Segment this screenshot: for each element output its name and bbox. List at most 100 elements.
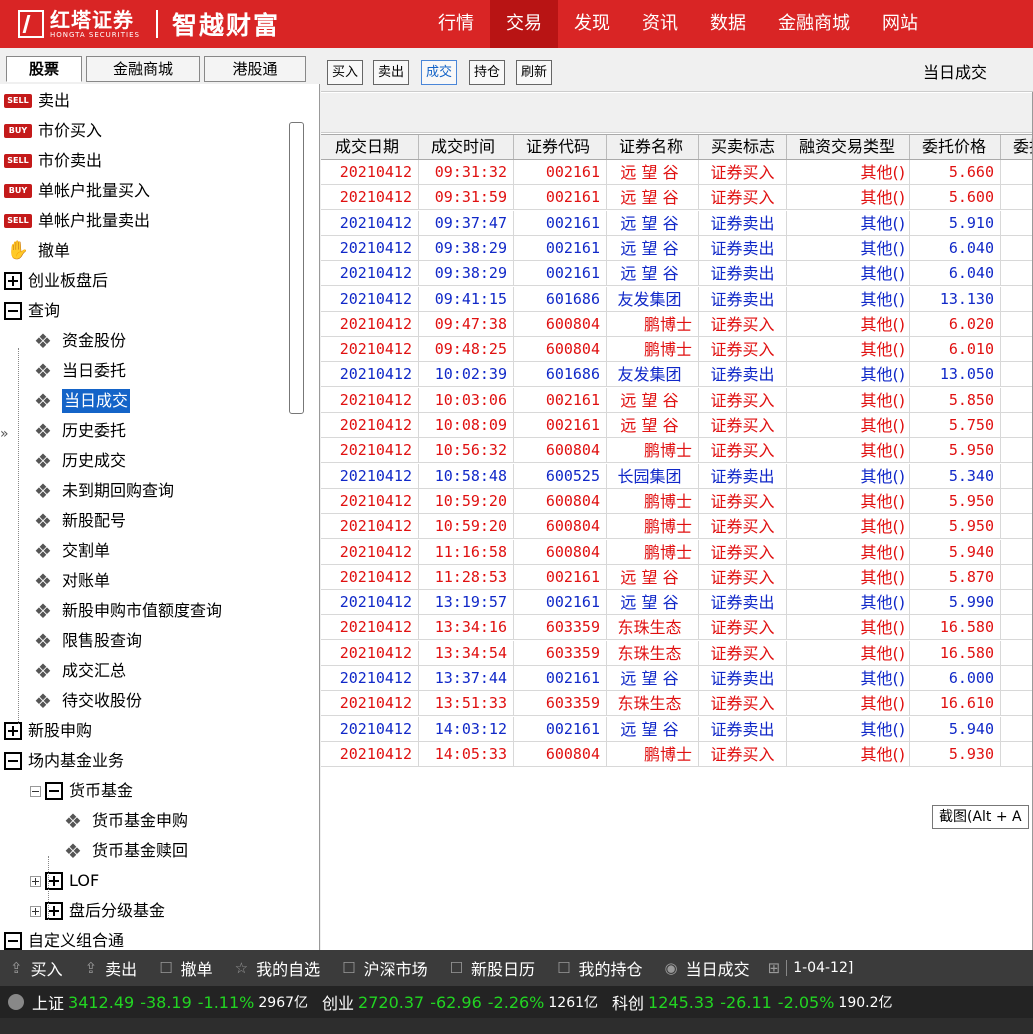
taskbar-item-7[interactable]: ◉ 当日成交: [655, 950, 762, 986]
table-row[interactable]: 20210412 11:16:58 600804 鹏博士 证券买入 其他() 5.940: [321, 539, 1033, 565]
tree-item-0[interactable]: SELL 卖出: [4, 86, 70, 116]
table-row[interactable]: 20210412 09:38:29 002161 远 望 谷证券卖出 其他() 6.040: [321, 235, 1033, 261]
table-row[interactable]: 20210412 10:02:39 601686 友发集团 证券卖出 其他() 13.050: [321, 362, 1033, 388]
tree-item-3[interactable]: BUY 单帐户批量买入: [4, 176, 150, 206]
tree-scrollbar[interactable]: [289, 122, 304, 414]
table-row[interactable]: 20210412 13:51:33 603359 东珠生态 证券买入 其他() 16.610: [321, 691, 1033, 717]
toolbar-buy-button[interactable]: 买入: [327, 60, 364, 85]
table-row[interactable]: 20210412 13:37:44 002161 远 望 谷证券卖出 其他() 6.000: [321, 666, 1033, 691]
tree-item-11[interactable]: ❖ 历史委托: [30, 416, 126, 446]
taskbar-item-2[interactable]: ☐ 撤单: [149, 950, 224, 986]
tree-item-10[interactable]: ❖ 当日成交: [30, 386, 131, 416]
table-cell: [1001, 438, 1033, 463]
tree-item-28[interactable]: 自定义组合通: [4, 926, 124, 950]
table-row[interactable]: 20210412 10:08:09 002161 远 望 谷证券买入 其他() 5.750: [321, 413, 1033, 438]
table-row[interactable]: 20210412 14:05:33 600804 鹏博士 证券买入 其他() 5.930: [321, 741, 1033, 767]
table-row[interactable]: 20210412 09:37:47 002161 远 望 谷证券卖出 其他() 5.910: [321, 210, 1033, 236]
tree-item-18[interactable]: ❖ 限售股查询: [30, 626, 142, 656]
tree-item-24[interactable]: ❖ 货币基金申购: [60, 806, 188, 836]
nav-item-2[interactable]: 发现: [558, 0, 626, 48]
table-row[interactable]: 20210412 10:59:20 600804 鹏博士 证券买入 其他() 5.950: [321, 488, 1033, 514]
nav-item-3[interactable]: 资讯: [626, 0, 694, 48]
table-row[interactable]: 20210412 09:31:32 002161 远 望 谷证券买入 其他() 5.660: [321, 160, 1033, 185]
table-row[interactable]: 20210412 10:03:06 002161 远 望 谷证券买入 其他() 5.850: [321, 387, 1033, 413]
tree-item-16[interactable]: ❖ 对账单: [30, 566, 110, 596]
tree-item-12[interactable]: ❖ 历史成交: [30, 446, 126, 476]
taskbar-item-0[interactable]: ⇪ 买入: [0, 950, 75, 986]
tab-hk-connect[interactable]: 港股通: [204, 56, 306, 82]
table-row[interactable]: 20210412 10:58:48 600525 长园集团 证券卖出 其他() 5.340: [321, 463, 1033, 489]
toolbar-refresh-button[interactable]: 刷新: [516, 60, 553, 85]
table-row[interactable]: 20210412 10:59:20 600804 鹏博士 证券买入 其他() 5.950: [321, 514, 1033, 540]
tree-item-17[interactable]: ❖ 新股申购市值额度查询: [30, 596, 222, 626]
tab-financial-mall[interactable]: 金融商城: [86, 56, 200, 82]
tree-item-6[interactable]: 创业板盘后: [4, 266, 108, 296]
taskbar-item-4[interactable]: ☐ 沪深市场: [332, 950, 439, 986]
column-header-1[interactable]: 成交时间: [419, 135, 514, 159]
tree-expander-icon[interactable]: [30, 875, 41, 887]
column-header-2[interactable]: 证券代码: [514, 135, 607, 159]
tree-item-4[interactable]: SELL 单帐户批量卖出: [4, 206, 150, 236]
tree-item-5[interactable]: ✋ 撤单: [4, 236, 70, 266]
table-row[interactable]: 20210412 09:47:38 600804 鹏博士 证券买入 其他() 6.020: [321, 311, 1033, 337]
nav-item-5[interactable]: 金融商城: [762, 0, 866, 48]
table-row[interactable]: 20210412 13:34:16 603359 东珠生态 证券买入 其他() 16.580: [321, 615, 1033, 641]
nav-item-6[interactable]: 网站: [866, 0, 934, 48]
tree-item-15[interactable]: ❖ 交割单: [30, 536, 110, 566]
collapse-icon[interactable]: [4, 752, 22, 770]
table-row[interactable]: 20210412 13:34:54 603359 东珠生态 证券买入 其他() 16.580: [321, 640, 1033, 666]
collapse-icon[interactable]: [4, 932, 22, 950]
tree-item-19[interactable]: ❖ 成交汇总: [30, 656, 126, 686]
nav-item-0[interactable]: 行情: [422, 0, 490, 48]
table-row[interactable]: 20210412 11:28:53 002161 远 望 谷证券买入 其他() 5.870: [321, 564, 1033, 590]
sell-icon: SELL: [4, 154, 32, 168]
table-cell: 13:37:44: [419, 666, 514, 691]
main-nav: 行情 交易 发现 资讯 数据 金融商城 网站: [422, 0, 934, 48]
taskbar-item-3[interactable]: ☆ 我的自选: [225, 950, 332, 986]
toolbar-holdings-button[interactable]: 持仓: [469, 60, 506, 85]
column-header-5[interactable]: 融资交易类型: [787, 135, 910, 159]
tree-item-8[interactable]: ❖ 资金股份: [30, 326, 126, 356]
nav-item-1[interactable]: 交易: [490, 0, 558, 48]
tree-expander-icon[interactable]: [30, 905, 41, 917]
collapse-icon[interactable]: [4, 302, 22, 320]
column-header-6[interactable]: 委托价格: [910, 135, 1001, 159]
column-header-4[interactable]: 买卖标志: [699, 135, 787, 159]
tree-item-20[interactable]: ❖ 待交收股份: [30, 686, 142, 716]
toolbar-sell-button[interactable]: 卖出: [373, 60, 410, 85]
tree-item-22[interactable]: 场内基金业务: [4, 746, 124, 776]
table-row[interactable]: 20210412 09:31:59 002161 远 望 谷证券买入 其他() 5.600: [321, 185, 1033, 211]
expand-icon[interactable]: [4, 272, 22, 290]
tree-item-14[interactable]: ❖ 新股配号: [30, 506, 126, 536]
tree-item-9[interactable]: ❖ 当日委托: [30, 356, 126, 386]
tree-item-26[interactable]: LOF: [30, 866, 99, 896]
collapse-icon[interactable]: [45, 782, 63, 800]
tree-item-2[interactable]: SELL 市价卖出: [4, 146, 102, 176]
toolbar-trades-button[interactable]: 成交: [421, 60, 458, 85]
column-header-7[interactable]: 委托: [1001, 135, 1033, 159]
collapse-panel-icon[interactable]: »: [0, 426, 9, 442]
taskbar-item-1[interactable]: ⇪ 卖出: [75, 950, 150, 986]
tree-item-25[interactable]: ❖ 货币基金赎回: [60, 836, 188, 866]
table-row[interactable]: 20210412 14:03:12 002161 远 望 谷证券卖出 其他() 5.940: [321, 716, 1033, 742]
tree-item-7[interactable]: 查询: [4, 296, 60, 326]
expand-icon[interactable]: [4, 722, 22, 740]
table-row[interactable]: 20210412 09:38:29 002161 远 望 谷证券卖出 其他() 6.040: [321, 261, 1033, 287]
nav-item-4[interactable]: 数据: [694, 0, 762, 48]
add-tab-icon[interactable]: ⊞: [768, 959, 781, 977]
table-row[interactable]: 20210412 13:19:57 002161 远 望 谷证券卖出 其他() 5.990: [321, 590, 1033, 616]
tree-item-23[interactable]: 货币基金: [30, 776, 133, 806]
table-row[interactable]: 20210412 10:56:32 600804 鹏博士 证券买入 其他() 5.950: [321, 438, 1033, 464]
table-row[interactable]: 20210412 09:48:25 600804 鹏博士 证券买入 其他() 6.010: [321, 337, 1033, 363]
taskbar-item-5[interactable]: ☐ 新股日历: [440, 950, 547, 986]
tree-item-27[interactable]: 盘后分级基金: [30, 896, 165, 926]
table-row[interactable]: 20210412 09:41:15 601686 友发集团 证券卖出 其他() 13.130: [321, 286, 1033, 312]
tree-expander-icon[interactable]: [30, 785, 41, 797]
column-header-0[interactable]: 成交日期: [321, 135, 419, 159]
tree-item-13[interactable]: ❖ 未到期回购查询: [30, 476, 174, 506]
tab-stocks[interactable]: 股票: [6, 56, 82, 82]
taskbar-item-6[interactable]: ☐ 我的持仓: [547, 950, 654, 986]
tree-item-1[interactable]: BUY 市价买入: [4, 116, 102, 146]
column-header-3[interactable]: 证券名称: [607, 135, 699, 159]
expand-ticker-icon[interactable]: [8, 994, 24, 1010]
